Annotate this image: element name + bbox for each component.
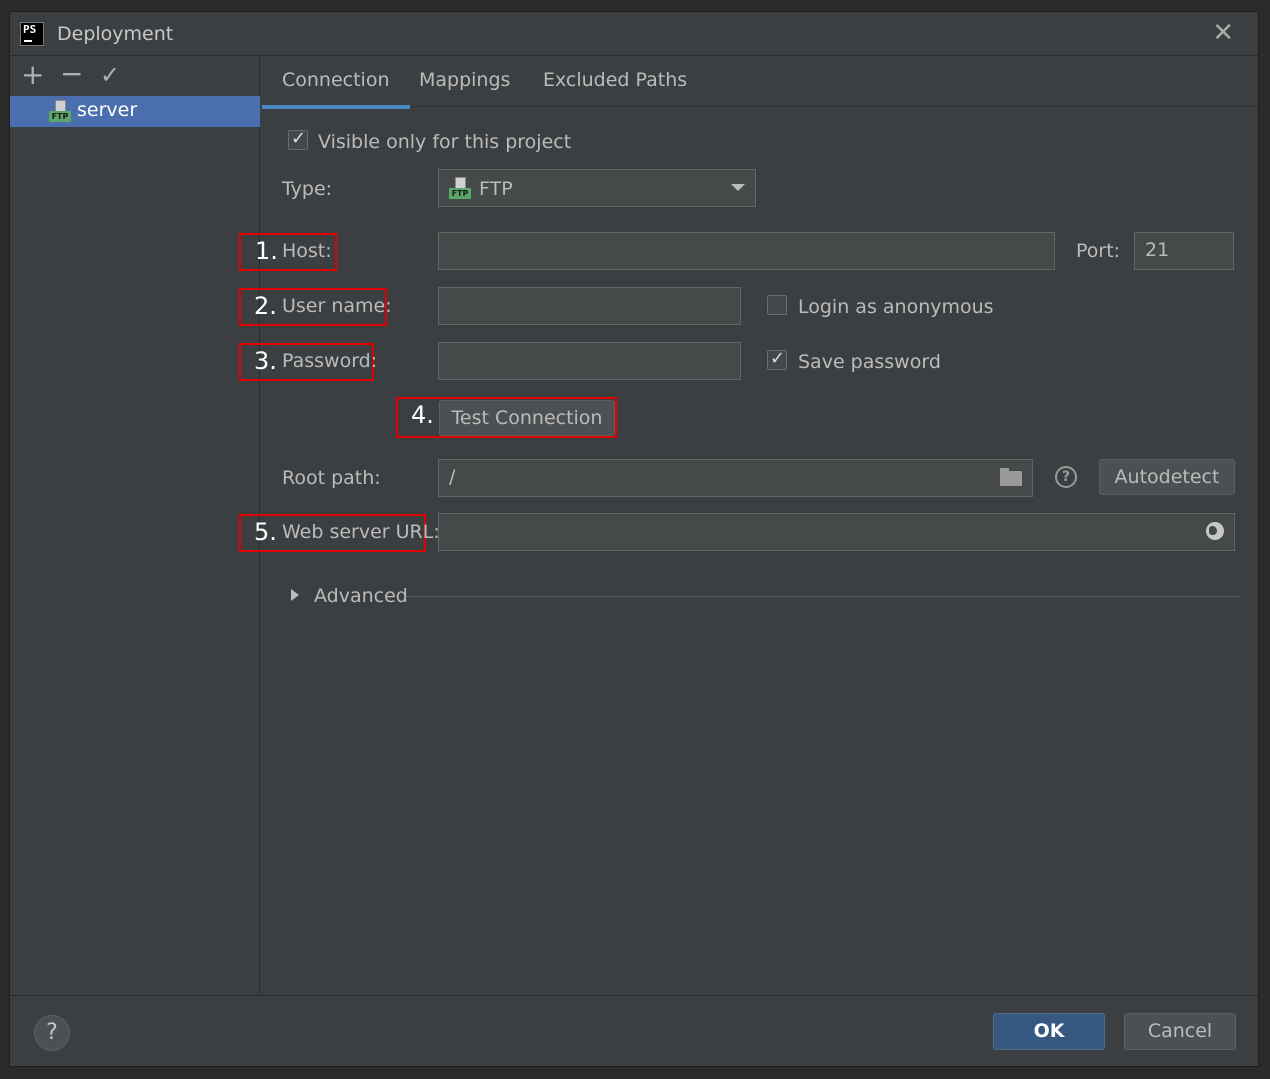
tab-mappings[interactable]: Mappings: [419, 69, 510, 91]
globe-icon[interactable]: [1206, 522, 1224, 540]
visible-only-checkbox[interactable]: [288, 128, 308, 150]
server-list-item[interactable]: FTP server: [10, 96, 260, 127]
set-default-icon[interactable]: ✓: [100, 61, 120, 89]
login-anonymous-label: Login as anonymous: [798, 296, 994, 318]
server-list-toolbar: + − ✓: [10, 57, 259, 95]
host-label: Host:: [282, 240, 332, 262]
host-input[interactable]: [438, 232, 1055, 270]
root-path-value: /: [449, 466, 456, 488]
root-path-input[interactable]: /: [438, 459, 1033, 497]
tab-bar: Connection Mappings Excluded Paths: [262, 57, 1258, 109]
password-input[interactable]: [438, 342, 741, 380]
add-server-icon[interactable]: +: [21, 58, 44, 91]
save-password-checkbox[interactable]: [767, 348, 787, 370]
ftp-type-icon: FTP: [449, 177, 473, 199]
dialog-help-button[interactable]: ?: [34, 1015, 70, 1051]
username-label: User name:: [282, 295, 392, 317]
web-server-url-input[interactable]: [438, 513, 1235, 551]
login-anonymous-checkbox[interactable]: [767, 295, 787, 315]
type-value: FTP: [479, 178, 513, 200]
username-input[interactable]: [438, 287, 741, 325]
folder-icon[interactable]: [1000, 468, 1022, 486]
web-server-url-label: Web server URL:: [282, 521, 440, 543]
advanced-divider: [406, 596, 1240, 597]
triangle-right-icon[interactable]: [291, 589, 299, 601]
server-list-panel: + − ✓ FTP server: [10, 57, 260, 994]
autodetect-button[interactable]: Autodetect: [1099, 459, 1235, 495]
close-icon[interactable]: ✕: [1212, 18, 1234, 48]
save-password-label: Save password: [798, 351, 941, 373]
ok-button[interactable]: OK: [993, 1013, 1105, 1050]
help-icon[interactable]: ?: [1055, 466, 1077, 488]
footer-divider: [10, 995, 1258, 996]
tab-excluded-paths[interactable]: Excluded Paths: [543, 69, 687, 91]
remove-server-icon[interactable]: −: [60, 57, 83, 90]
window-title: Deployment: [57, 23, 174, 45]
test-connection-button[interactable]: Test Connection: [439, 400, 615, 436]
root-path-label: Root path:: [282, 467, 381, 489]
server-name: server: [77, 99, 138, 121]
type-label: Type:: [282, 178, 333, 200]
advanced-section-toggle[interactable]: Advanced: [314, 585, 408, 607]
port-label: Port:: [1076, 240, 1121, 262]
tab-connection[interactable]: Connection: [262, 69, 409, 109]
password-label: Password:: [282, 350, 378, 372]
deployment-dialog: PS Deployment ✕ + − ✓ FTP server Connect…: [9, 11, 1259, 1067]
visible-only-label: Visible only for this project: [318, 131, 572, 153]
cancel-button[interactable]: Cancel: [1124, 1013, 1236, 1050]
chevron-down-icon: [731, 184, 745, 191]
type-dropdown[interactable]: FTP FTP: [438, 169, 756, 207]
ftp-server-icon: FTP: [49, 100, 73, 122]
port-input[interactable]: 21: [1134, 232, 1234, 270]
title-bar: PS Deployment ✕: [10, 12, 1258, 56]
phpstorm-logo-icon: PS: [20, 22, 44, 46]
